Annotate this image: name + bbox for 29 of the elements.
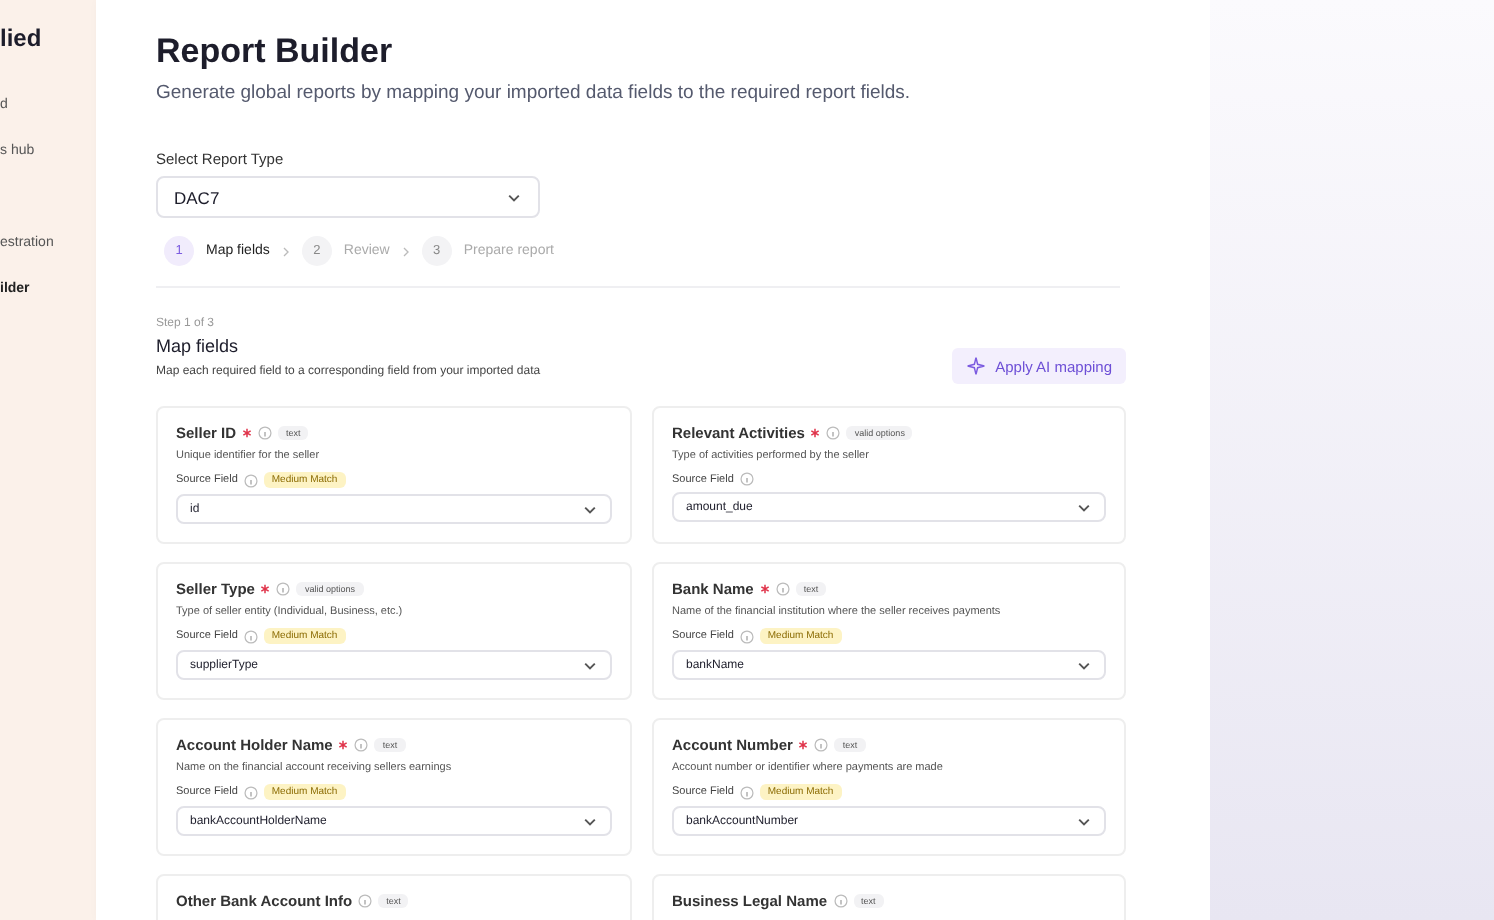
info-icon <box>243 473 258 487</box>
page-subtitle: Generate global reports by mapping your imported data fields to the required report fields. <box>156 82 913 104</box>
chevron-down-icon <box>582 501 598 517</box>
info-icon <box>833 894 848 908</box>
section-title: Map fields <box>156 336 241 356</box>
info-icon <box>826 426 841 440</box>
chevron-right-icon <box>281 245 290 257</box>
info-icon <box>243 629 258 643</box>
report-type-select[interactable]: DAC7 <box>156 176 540 218</box>
chevron-down-icon <box>1076 813 1092 829</box>
page-title: Report Builder <box>156 32 395 72</box>
info-icon <box>775 582 790 596</box>
info-icon <box>258 426 273 440</box>
chevron-down-icon <box>1076 499 1092 515</box>
info-icon <box>358 894 373 908</box>
chevron-down-icon <box>506 189 522 205</box>
chevron-right-icon <box>401 245 410 257</box>
info-icon <box>739 629 754 643</box>
info-icon <box>354 738 369 752</box>
info-icon <box>243 785 258 799</box>
sparkle-icon <box>965 356 986 376</box>
info-icon <box>814 738 829 752</box>
chevron-down-icon <box>582 813 598 829</box>
logo-text: lied <box>0 24 44 52</box>
chevron-down-icon <box>1076 657 1092 673</box>
info-icon <box>739 785 754 799</box>
info-icon <box>739 472 754 486</box>
chevron-down-icon <box>582 657 598 673</box>
info-icon <box>276 582 291 596</box>
